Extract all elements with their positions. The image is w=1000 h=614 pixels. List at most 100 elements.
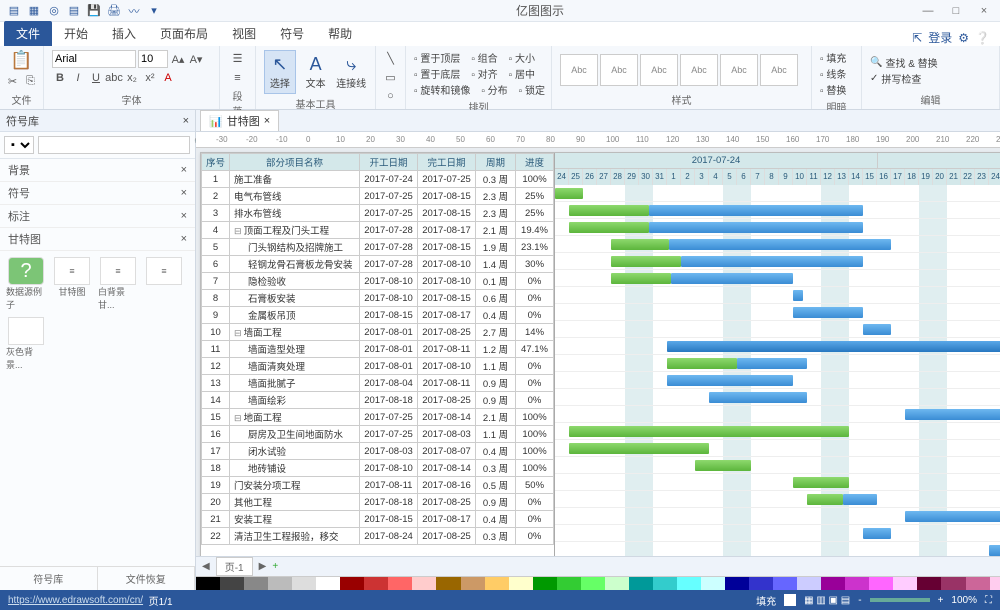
qat-icon[interactable]: 〰 [126, 3, 142, 19]
spellcheck-button[interactable]: ✓ 拼写检查 [870, 71, 938, 86]
color-palette[interactable] [196, 576, 1000, 590]
text-tool[interactable]: A文本 [300, 50, 332, 94]
doc-tab[interactable]: 📊 甘特图 × [200, 110, 279, 131]
category-item[interactable]: 甘特图× [0, 228, 195, 251]
color-swatch[interactable] [436, 577, 460, 590]
table-row[interactable]: 13墙面批腻子2017-08-042017-08-110.9 周0% [202, 375, 554, 392]
table-row[interactable]: 8石膏板安装2017-08-102017-08-150.6 周0% [202, 290, 554, 307]
table-row[interactable]: 11墙面造型处理2017-08-012017-08-111.2 周47.1% [202, 341, 554, 358]
table-row[interactable]: 12墙面清爽处理2017-08-012017-08-101.1 周0% [202, 358, 554, 375]
style-thumb[interactable]: Abc [640, 54, 678, 86]
table-row[interactable]: 21安装工程2017-08-152017-08-170.4 周0% [202, 511, 554, 528]
cut-icon[interactable]: ✂ [5, 73, 21, 89]
style-thumb[interactable]: Abc [560, 54, 598, 86]
color-swatch[interactable] [990, 577, 1000, 590]
qat-icon[interactable]: ▤ [66, 3, 82, 19]
copy-icon[interactable]: ⎘ [23, 73, 39, 89]
color-swatch[interactable] [316, 577, 340, 590]
find-replace-button[interactable]: 🔍 查找 & 替换 [870, 55, 938, 70]
color-swatch[interactable] [581, 577, 605, 590]
canvas-scroll[interactable]: 序号部分项目名称开工日期完工日期周期进度 1施工准备2017-07-242017… [196, 148, 1000, 556]
color-swatch[interactable] [461, 577, 485, 590]
page-add[interactable]: + [272, 561, 278, 572]
align-icon[interactable]: ≡ [230, 70, 246, 86]
table-row[interactable]: 10⊟墙面工程2017-08-012017-08-252.7 周14% [202, 324, 554, 341]
strike-button[interactable]: abc [106, 70, 122, 86]
color-swatch[interactable] [605, 577, 629, 590]
color-swatch[interactable] [412, 577, 436, 590]
color-swatch[interactable] [557, 577, 581, 590]
color-swatch[interactable] [388, 577, 412, 590]
library-thumb[interactable]: ≡甘特图 [52, 257, 92, 311]
gear-icon[interactable]: ⚙ [958, 31, 969, 45]
ribbon-tab[interactable]: 文件 [4, 21, 52, 46]
color-swatch[interactable] [220, 577, 244, 590]
panel-close-icon[interactable]: × [183, 115, 189, 127]
font-color-button[interactable]: A [160, 70, 176, 86]
style-gallery[interactable]: AbcAbcAbcAbcAbcAbc [560, 54, 798, 86]
table-row[interactable]: 22清洁卫生工程报验，移交2017-08-242017-08-250.3 周0% [202, 528, 554, 545]
help-icon[interactable]: ❔ [975, 31, 990, 45]
table-row[interactable]: 6轻钢龙骨石膏板龙骨安装2017-07-282017-08-101.4 周30% [202, 256, 554, 273]
status-url[interactable]: https://www.edrawsoft.com/cn/ [8, 595, 143, 606]
fullscreen-icon[interactable]: ⛶ [985, 595, 992, 606]
table-row[interactable]: 15⊟地面工程2017-07-252017-08-142.1 周100% [202, 409, 554, 426]
fill-swatch[interactable] [784, 594, 796, 606]
color-swatch[interactable] [196, 577, 220, 590]
qat-icon[interactable]: 💾 [86, 3, 102, 19]
increase-font-icon[interactable]: A▴ [170, 51, 186, 67]
color-swatch[interactable] [364, 577, 388, 590]
color-swatch[interactable] [773, 577, 797, 590]
page-label[interactable]: 页-1 [216, 557, 253, 576]
table-row[interactable]: 5门头钢结构及招牌施工2017-07-282017-08-151.9 周23.1… [202, 239, 554, 256]
maximize-button[interactable]: □ [946, 5, 966, 17]
category-item[interactable]: 背景× [0, 159, 195, 182]
footer-tab-recovery[interactable]: 文件恢复 [98, 567, 196, 590]
color-swatch[interactable] [845, 577, 869, 590]
search-input[interactable] [38, 136, 190, 154]
color-swatch[interactable] [941, 577, 965, 590]
table-row[interactable]: 9金属板吊顶2017-08-152017-08-170.4 周0% [202, 307, 554, 324]
color-swatch[interactable] [340, 577, 364, 590]
color-swatch[interactable] [533, 577, 557, 590]
bullets-icon[interactable]: ☰ [230, 50, 246, 66]
style-thumb[interactable]: Abc [720, 54, 758, 86]
qat-icon[interactable]: ◎ [46, 3, 62, 19]
table-row[interactable]: 20其他工程2017-08-182017-08-250.9 周0% [202, 494, 554, 511]
color-swatch[interactable] [725, 577, 749, 590]
super-button[interactable]: x² [142, 70, 158, 86]
italic-button[interactable]: I [70, 70, 86, 86]
ribbon-tab[interactable]: 插入 [100, 21, 148, 46]
qat-icon[interactable]: ▦ [26, 3, 42, 19]
ribbon-tab[interactable]: 帮助 [316, 21, 364, 46]
table-row[interactable]: 16厨房及卫生间地面防水2017-07-252017-08-031.1 周100… [202, 426, 554, 443]
color-swatch[interactable] [509, 577, 533, 590]
table-row[interactable]: 2电气布管线2017-07-252017-08-152.3 周25% [202, 188, 554, 205]
rect-icon[interactable]: ▭ [383, 69, 399, 85]
color-swatch[interactable] [485, 577, 509, 590]
view-icons[interactable]: ▦ ▥ ▣ ▤ [804, 595, 850, 606]
library-thumb[interactable]: 灰色背景... [6, 317, 46, 371]
color-swatch[interactable] [677, 577, 701, 590]
ribbon-tab[interactable]: 符号 [268, 21, 316, 46]
minimize-button[interactable]: — [918, 5, 938, 17]
table-row[interactable]: 7隐检验收2017-08-102017-08-100.1 周0% [202, 273, 554, 290]
select-tool[interactable]: ↖选择 [264, 50, 296, 94]
ribbon-tab[interactable]: 开始 [52, 21, 100, 46]
circle-icon[interactable]: ○ [383, 88, 399, 104]
library-thumb[interactable]: ?数据源例子 [6, 257, 46, 311]
color-swatch[interactable] [966, 577, 990, 590]
table-row[interactable]: 4⊟顶面工程及门头工程2017-07-282017-08-172.1 周19.4… [202, 222, 554, 239]
decrease-font-icon[interactable]: A▾ [188, 51, 204, 67]
table-row[interactable]: 14墙面绘彩2017-08-182017-08-250.9 周0% [202, 392, 554, 409]
tab-close-icon[interactable]: × [264, 115, 270, 127]
qat-icon[interactable]: ▤ [6, 3, 22, 19]
page-next[interactable]: ▶ [259, 561, 267, 572]
color-swatch[interactable] [653, 577, 677, 590]
color-swatch[interactable] [244, 577, 268, 590]
table-row[interactable]: 1施工准备2017-07-242017-07-250.3 周100% [202, 171, 554, 188]
color-swatch[interactable] [292, 577, 316, 590]
color-swatch[interactable] [893, 577, 917, 590]
page-prev[interactable]: ◀ [202, 561, 210, 572]
footer-tab-library[interactable]: 符号库 [0, 567, 98, 590]
